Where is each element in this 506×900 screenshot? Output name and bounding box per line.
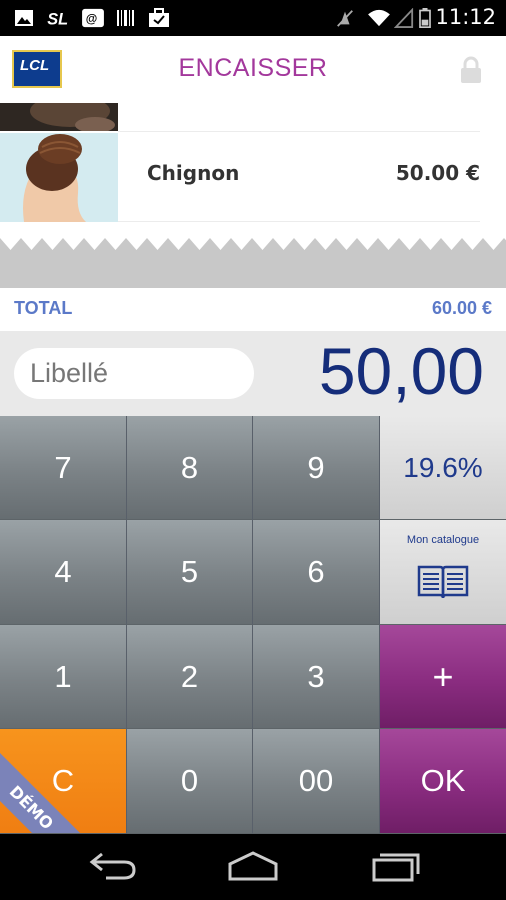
item-thumbnail (0, 103, 118, 131)
mute-icon (337, 10, 353, 27)
key-9[interactable]: 9 (253, 416, 380, 520)
catalog-button[interactable]: Mon catalogue (380, 520, 506, 625)
back-icon[interactable] (88, 850, 138, 882)
vat-button[interactable]: 19.6% (380, 416, 506, 520)
navigation-bar (0, 834, 506, 900)
clock: 11:12 (435, 5, 496, 29)
app-bar: LCL ENCAISSER (0, 36, 506, 104)
plus-button[interactable]: + (380, 625, 506, 729)
amount-display: 50,00 (318, 334, 484, 408)
barcode-icon (117, 10, 134, 26)
clear-button[interactable]: C DÉMO (0, 729, 127, 834)
item-price: 50.00 € (395, 161, 480, 185)
chignon-thumbnail (0, 133, 118, 222)
svg-text:@: @ (86, 12, 98, 26)
divider (118, 221, 480, 222)
divider (118, 131, 480, 132)
entry-area: 50,00 (0, 331, 506, 416)
demo-ribbon: DÉMO (0, 750, 89, 833)
svg-text:SL: SL (47, 10, 68, 28)
status-bar: SL @ 11:12 (0, 0, 506, 36)
lock-icon[interactable] (460, 56, 482, 84)
signal-icon (394, 8, 414, 28)
voicemail-icon: @ (82, 8, 104, 28)
book-icon (417, 565, 469, 599)
key-2[interactable]: 2 (127, 625, 253, 729)
cart-list[interactable]: Chignon 50.00 € (0, 103, 506, 230)
vat-label: 19.6% (403, 451, 483, 483)
briefcase-icon (149, 8, 169, 27)
total-value: 60.00 € (431, 298, 492, 318)
zigzag-edge (0, 230, 506, 250)
sl-icon: SL (47, 10, 68, 28)
image-icon (15, 10, 33, 26)
recent-apps-icon[interactable] (370, 850, 422, 882)
key-7[interactable]: 7 (0, 416, 127, 520)
key-1[interactable]: 1 (0, 625, 127, 729)
catalog-label: Mon catalogue (406, 534, 480, 546)
key-8[interactable]: 8 (127, 416, 253, 520)
key-5[interactable]: 5 (127, 520, 253, 625)
keypad: 7 8 9 19.6% 4 5 6 Mon catalogue 1 2 3 + … (0, 416, 506, 834)
key-00[interactable]: 00 (253, 729, 380, 834)
item-name: Chignon (147, 161, 240, 185)
key-6[interactable]: 6 (253, 520, 380, 625)
wifi-icon (368, 9, 390, 27)
key-0[interactable]: 0 (127, 729, 253, 834)
clear-label: C (51, 763, 75, 798)
key-3[interactable]: 3 (253, 625, 380, 729)
key-4[interactable]: 4 (0, 520, 127, 625)
total-bar: TOTAL 60.00 € (0, 288, 506, 331)
ok-button[interactable]: OK (380, 729, 506, 834)
page-title: ENCAISSER (178, 54, 328, 82)
receipt-tear (0, 230, 506, 288)
label-input[interactable] (14, 348, 254, 399)
home-icon[interactable] (226, 850, 280, 882)
battery-icon (419, 8, 431, 28)
total-label: TOTAL (14, 298, 73, 318)
